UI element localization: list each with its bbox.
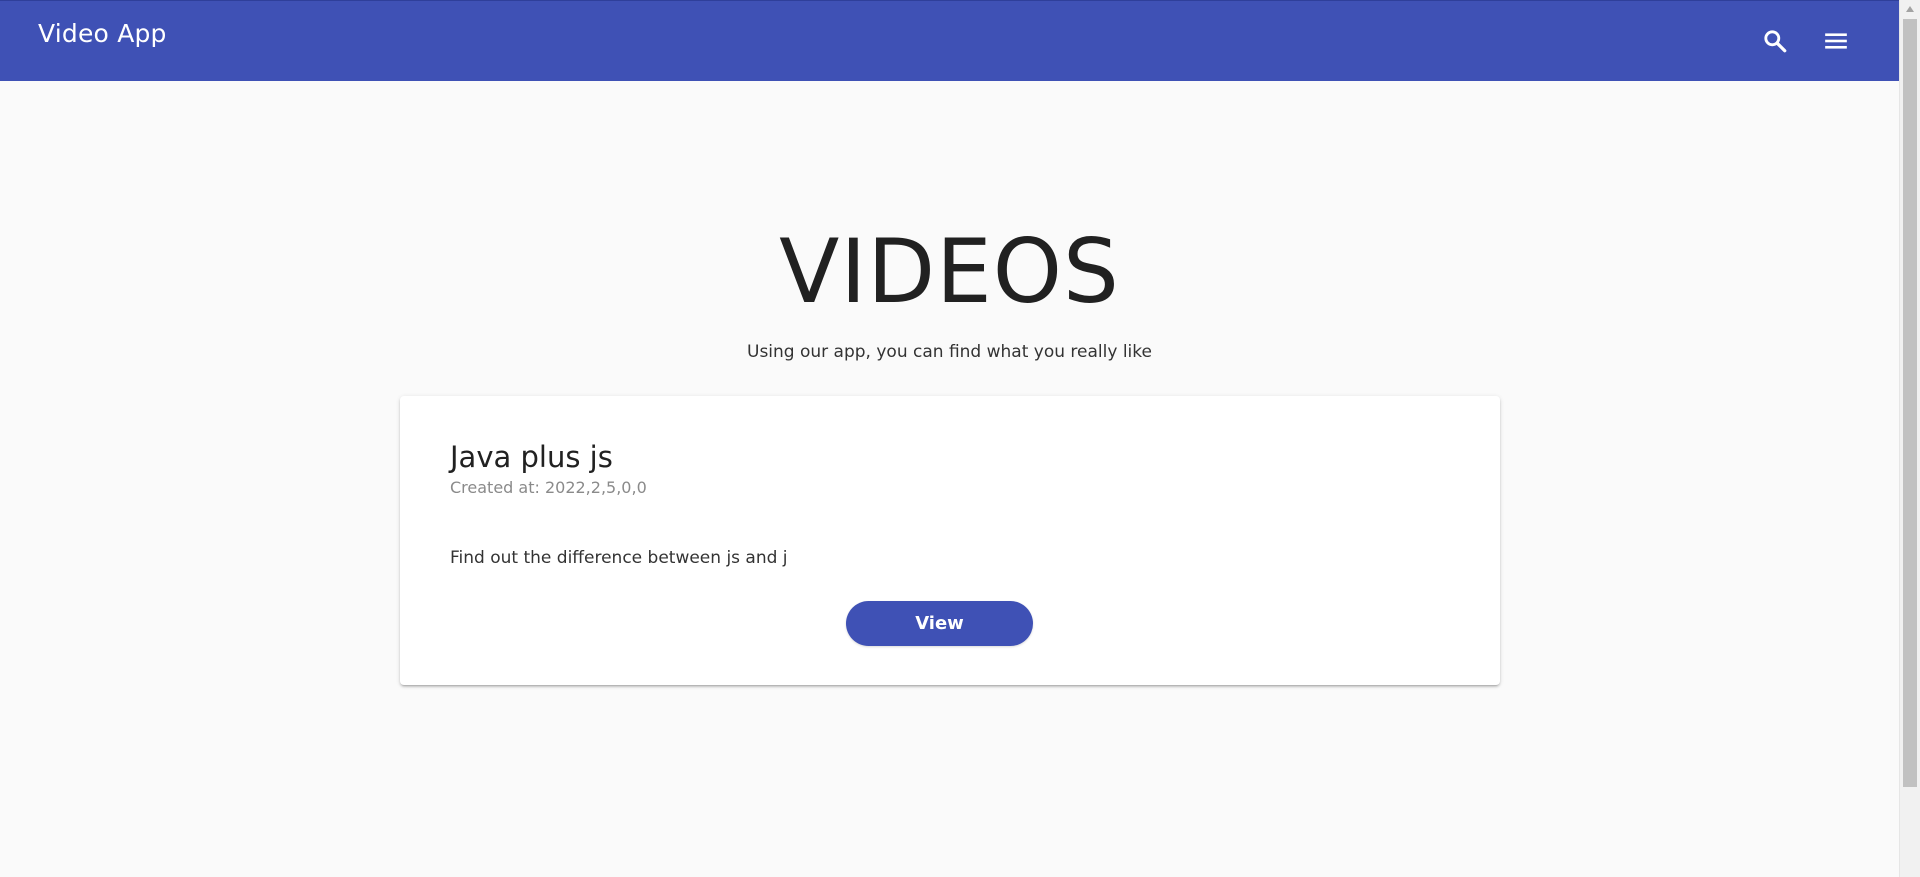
- page: Video App VIDEOS Using our app, you can …: [0, 0, 1920, 877]
- scroll-thumb[interactable]: [1903, 19, 1917, 787]
- video-description: Find out the difference between js and j: [450, 548, 788, 568]
- scroll-down-arrow[interactable]: [1900, 860, 1920, 877]
- triangle-up-icon: [1906, 5, 1914, 12]
- vertical-scrollbar[interactable]: [1899, 0, 1920, 877]
- menu-button[interactable]: [1816, 21, 1856, 61]
- app-bar: Video App: [0, 0, 1899, 81]
- video-created-at: Created at: 2022,2,5,0,0: [450, 478, 647, 497]
- video-title: Java plus js: [450, 440, 613, 474]
- page-title: VIDEOS: [779, 220, 1120, 323]
- app-title[interactable]: Video App: [38, 19, 167, 48]
- search-button[interactable]: [1755, 21, 1795, 61]
- scroll-up-arrow[interactable]: [1900, 0, 1920, 17]
- menu-icon: [1825, 33, 1847, 49]
- video-card: Java plus js Created at: 2022,2,5,0,0 Fi…: [400, 396, 1500, 685]
- page-subtitle: Using our app, you can find what you rea…: [747, 342, 1152, 362]
- search-icon: [1764, 30, 1787, 53]
- view-button[interactable]: View: [846, 601, 1033, 646]
